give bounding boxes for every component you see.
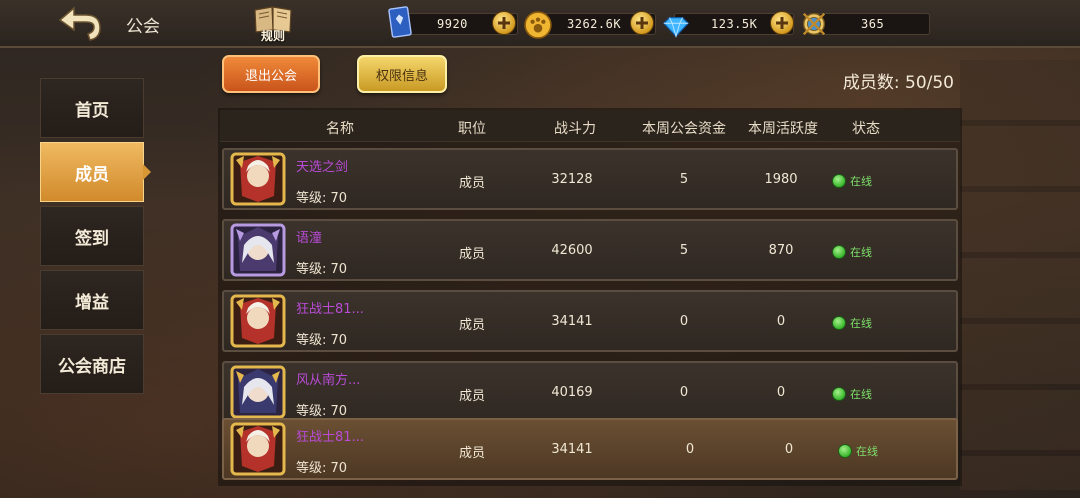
resource-energy: 365 bbox=[812, 13, 930, 35]
paw-coin-icon bbox=[524, 11, 552, 39]
nav-members[interactable]: 成员 bbox=[40, 142, 144, 202]
top-bar: 公会 规则 9920 3262.6K 123.5K 365 bbox=[0, 0, 1080, 48]
online-dot-icon bbox=[832, 245, 846, 259]
table-row[interactable]: 风从南方... 等级: 70 成员 40169 0 0 在线 bbox=[222, 361, 958, 423]
player-role: 成员 bbox=[458, 318, 485, 333]
member-count: 成员数: 50/50 bbox=[842, 73, 954, 93]
nav-guild-shop[interactable]: 公会商店 bbox=[40, 334, 144, 394]
resource-card-value: 9920 bbox=[437, 17, 468, 31]
player-level: 等级: 70 bbox=[296, 191, 348, 206]
player-role: 成员 bbox=[458, 389, 485, 404]
header-power: 战斗力 bbox=[554, 121, 596, 137]
header-name: 名称 bbox=[326, 121, 354, 137]
player-name: 狂战士81... bbox=[296, 302, 364, 317]
back-button[interactable] bbox=[56, 6, 104, 42]
player-role: 成员 bbox=[458, 446, 485, 461]
table-row[interactable]: 天选之剑 等级: 70 成员 32128 5 1980 在线 bbox=[222, 148, 958, 210]
silver-hair-avatar bbox=[230, 365, 286, 419]
player-name: 语潼 bbox=[296, 231, 323, 246]
back-arrow-icon bbox=[58, 6, 101, 41]
player-level: 等级: 70 bbox=[296, 262, 348, 277]
player-activity: 0 bbox=[784, 442, 794, 457]
add-card-button[interactable] bbox=[492, 11, 516, 35]
nav-checkin[interactable]: 签到 bbox=[40, 206, 144, 266]
player-activity: 870 bbox=[768, 243, 794, 258]
background-shelf bbox=[960, 60, 1080, 490]
player-funds: 0 bbox=[685, 442, 695, 457]
player-funds: 0 bbox=[679, 314, 689, 329]
online-dot-icon bbox=[832, 174, 846, 188]
card-icon bbox=[388, 6, 412, 38]
player-role: 成员 bbox=[458, 247, 485, 262]
player-level: 等级: 70 bbox=[296, 333, 348, 348]
header-funds: 本周公会资金 bbox=[642, 121, 726, 137]
status-online: 在线 bbox=[832, 315, 872, 331]
player-role: 成员 bbox=[458, 176, 485, 191]
resource-coin-value: 3262.6K bbox=[567, 17, 622, 31]
add-diamond-button[interactable] bbox=[770, 11, 794, 35]
status-online: 在线 bbox=[832, 173, 872, 189]
table-header: 名称 职位 战斗力 本周公会资金 本周活跃度 状态 bbox=[220, 110, 960, 142]
player-level: 等级: 70 bbox=[296, 404, 348, 419]
nav-home[interactable]: 首页 bbox=[40, 78, 144, 138]
player-power: 34141 bbox=[551, 442, 593, 457]
status-text: 在线 bbox=[850, 388, 872, 401]
online-dot-icon bbox=[838, 444, 852, 458]
golden-knight-avatar bbox=[230, 422, 286, 476]
resource-diamond-value: 123.5K bbox=[711, 17, 758, 31]
diamond-icon bbox=[663, 17, 689, 39]
player-funds: 5 bbox=[679, 243, 689, 258]
nav-buffs[interactable]: 增益 bbox=[40, 270, 144, 330]
silver-hair-avatar bbox=[230, 223, 286, 277]
status-online: 在线 bbox=[832, 386, 872, 402]
online-dot-icon bbox=[832, 387, 846, 401]
add-coin-button[interactable] bbox=[630, 11, 654, 35]
player-name: 狂战士81... bbox=[296, 430, 364, 445]
player-activity: 0 bbox=[776, 314, 786, 329]
player-name: 风从南方... bbox=[296, 373, 361, 388]
rules-label: 规则 bbox=[260, 29, 285, 43]
player-funds: 5 bbox=[679, 172, 689, 187]
table-row[interactable]: 狂战士81... 等级: 70 成员 34141 0 0 在线 bbox=[222, 290, 958, 352]
player-activity: 0 bbox=[776, 385, 786, 400]
permissions-button[interactable]: 权限信息 bbox=[357, 55, 447, 93]
rules-button[interactable]: 规则 bbox=[252, 4, 294, 46]
status-online: 在线 bbox=[838, 443, 878, 459]
header-activity: 本周活跃度 bbox=[748, 121, 818, 137]
player-power: 40169 bbox=[551, 385, 593, 400]
player-activity: 1980 bbox=[764, 172, 798, 187]
status-text: 在线 bbox=[850, 175, 872, 188]
player-name: 天选之剑 bbox=[296, 160, 349, 175]
status-text: 在线 bbox=[850, 317, 872, 330]
status-text: 在线 bbox=[856, 445, 878, 458]
status-text: 在线 bbox=[850, 246, 872, 259]
page-title: 公会 bbox=[126, 17, 160, 37]
header-status: 状态 bbox=[852, 121, 880, 137]
leave-guild-button[interactable]: 退出公会 bbox=[222, 55, 320, 93]
status-online: 在线 bbox=[832, 244, 872, 260]
table-row[interactable]: 语潼 等级: 70 成员 42600 5 870 在线 bbox=[222, 219, 958, 281]
resource-energy-value: 365 bbox=[861, 17, 885, 31]
header-role: 职位 bbox=[458, 121, 486, 137]
player-level: 等级: 70 bbox=[296, 461, 348, 476]
member-table: 名称 职位 战斗力 本周公会资金 本周活跃度 状态 天选之剑 等级: 70 成员… bbox=[218, 108, 962, 486]
online-dot-icon bbox=[832, 316, 846, 330]
table-row[interactable]: 狂战士81... 等级: 70 成员 34141 0 0 在线 bbox=[222, 418, 958, 480]
player-power: 42600 bbox=[551, 243, 593, 258]
player-power: 34141 bbox=[551, 314, 593, 329]
compass-icon bbox=[802, 12, 826, 36]
golden-knight-avatar bbox=[230, 152, 286, 206]
player-funds: 0 bbox=[679, 385, 689, 400]
golden-knight-avatar bbox=[230, 294, 286, 348]
player-power: 32128 bbox=[551, 172, 593, 187]
